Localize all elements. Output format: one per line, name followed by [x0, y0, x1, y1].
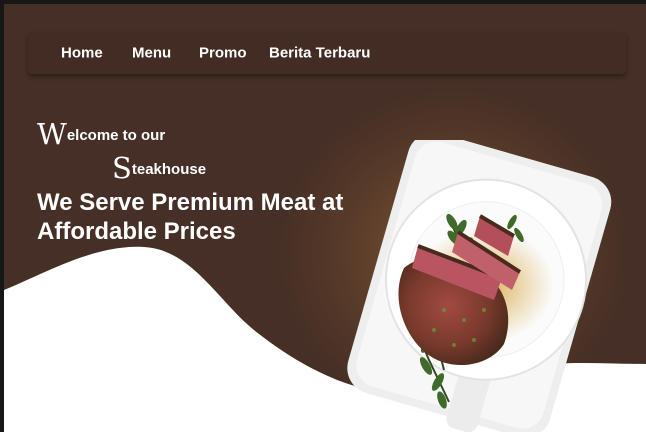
steak-plate-image	[347, 140, 612, 432]
welcome-text: elcome to our	[66, 127, 166, 144]
headline-line-1: We Serve Premium Meat at	[37, 189, 344, 216]
welcome-line: Welcome to our	[37, 117, 165, 151]
page-frame: Home Menu Promo Berita Terbaru Welcome t…	[4, 4, 646, 432]
headline-line-2: Affordable Prices	[37, 218, 236, 245]
welcome-initial: W	[37, 117, 67, 151]
steakhouse-line: Steakhouse	[112, 151, 206, 185]
steakhouse-text: teakhouse	[131, 161, 207, 178]
steakhouse-initial: S	[112, 151, 132, 185]
